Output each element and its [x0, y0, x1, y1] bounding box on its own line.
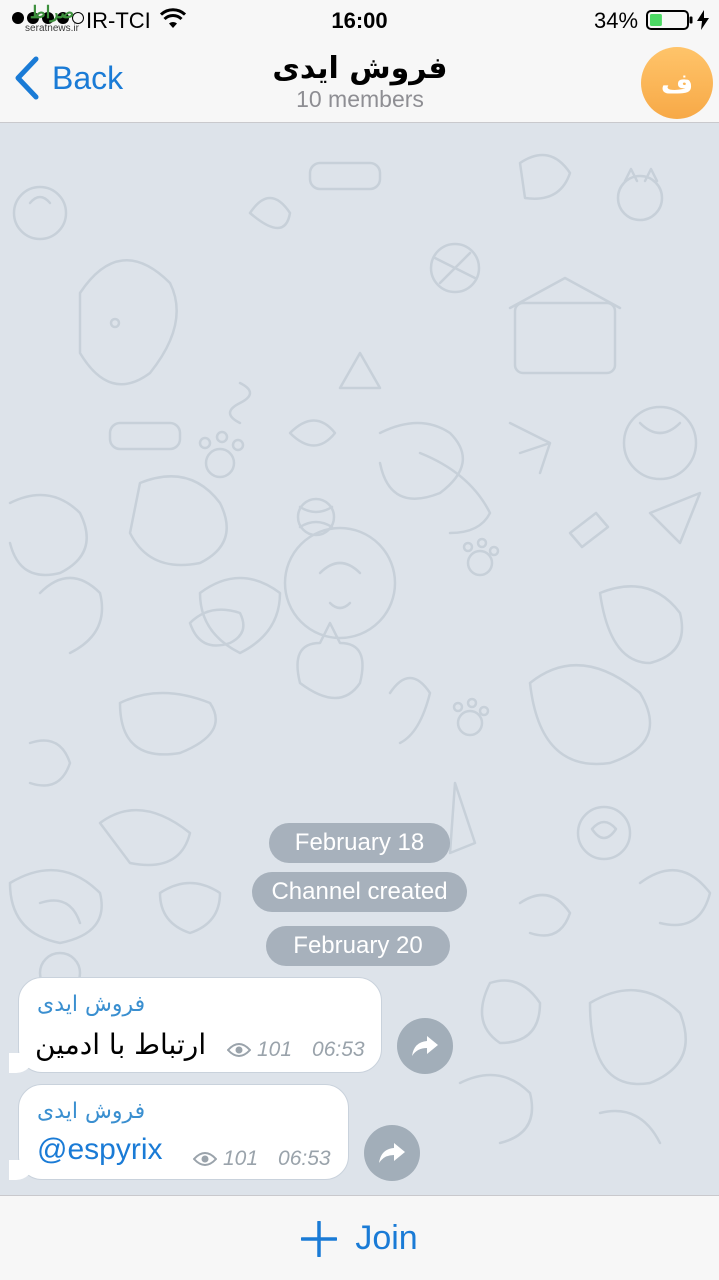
share-button[interactable]: [364, 1125, 420, 1181]
date-separator: February 18: [269, 823, 450, 863]
share-icon: [379, 1143, 405, 1163]
message-meta: 101 06:53: [227, 1038, 365, 1062]
message-link[interactable]: @espyrix: [37, 1133, 162, 1167]
message-author: فروش ایدی: [37, 1099, 146, 1124]
view-count: 101: [257, 1038, 293, 1061]
back-chevron-icon: [15, 56, 39, 100]
members-count: 10 members: [296, 86, 424, 112]
join-button[interactable]: Join: [0, 1196, 719, 1280]
join-label: Join: [355, 1219, 418, 1257]
message-author: فروش ایدی: [37, 992, 146, 1017]
avatar-letter: ف: [660, 66, 694, 100]
view-count: 101: [223, 1147, 259, 1170]
back-label: Back: [52, 59, 124, 96]
channel-avatar[interactable]: ف: [641, 47, 713, 119]
nav-bar: Back فروش ایدی 10 members ف: [0, 40, 719, 123]
message-text: ارتباط با ادمین: [35, 1028, 207, 1061]
charge-icon: [697, 10, 709, 30]
plus-icon: [301, 1220, 338, 1257]
message-bubble[interactable]: فروش ایدی @espyrix 101 06:53: [9, 1084, 349, 1180]
eye-icon: [193, 1152, 217, 1166]
status-bar: صراط seratnews.ir IR-TCI 16:00 34%: [0, 0, 719, 40]
channel-header[interactable]: فروش ایدی 10 members: [160, 51, 560, 113]
message-time: 06:53: [278, 1147, 331, 1170]
message-time: 06:53: [312, 1038, 365, 1061]
channel-title: فروش ایدی: [272, 51, 448, 86]
share-button[interactable]: [397, 1018, 453, 1074]
back-button[interactable]: Back: [14, 56, 123, 100]
battery-percent: 34%: [594, 8, 639, 33]
message-meta: 101 06:53: [193, 1147, 331, 1171]
channel-created-notice: Channel created: [252, 872, 467, 912]
date-label: February 18: [294, 829, 425, 856]
date-separator: February 20: [266, 926, 450, 966]
eye-icon: [227, 1043, 251, 1057]
service-label: Channel created: [271, 878, 448, 905]
message-bubble[interactable]: فروش ایدی ارتباط با ادمین 101 06:53: [9, 977, 382, 1073]
date-label: February 20: [293, 932, 423, 959]
battery-icon: [646, 10, 693, 30]
chat-area[interactable]: February 18 Channel created February 20 …: [0, 123, 719, 1195]
share-icon: [412, 1036, 438, 1056]
bottom-bar: Join: [0, 1195, 719, 1280]
